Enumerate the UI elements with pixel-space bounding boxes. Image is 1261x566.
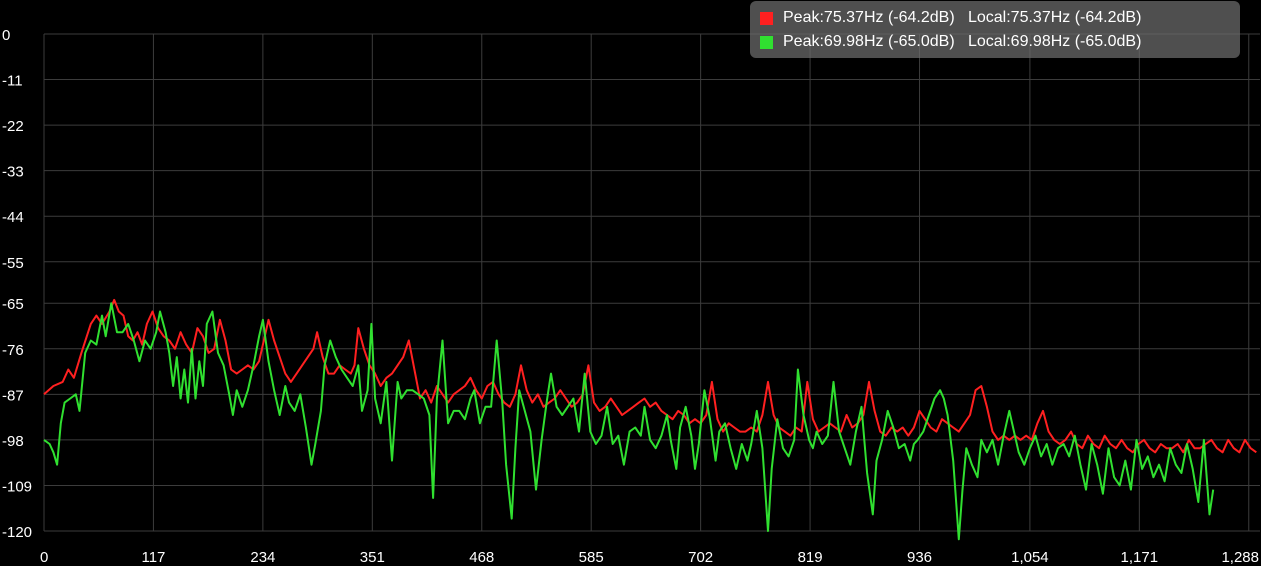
x-tick-label: 585 (579, 549, 604, 566)
x-tick-label: 0 (40, 549, 48, 566)
spectrum-chart: 0 -11 -22 -33 -44 -55 -65 -76 -87 -98 -109 -120 0 117… (2, 27, 1260, 566)
x-tick-label: 351 (360, 549, 385, 566)
x-tick-label: 1,054 (1011, 549, 1049, 566)
legend-label: Peak:75.37Hz (-64.2dB) Local:75.37Hz (-6… (783, 9, 1142, 26)
x-tick-label: 1,171 (1121, 549, 1159, 566)
x-tick-label: 117 (141, 549, 165, 566)
legend-swatch-green (760, 35, 773, 49)
legend-item-peak-red: Peak:75.37Hz (-64.2dB) Local:75.37Hz (-6… (760, 6, 1240, 30)
x-tick-label: 702 (688, 549, 713, 566)
legend-swatch-red (760, 11, 773, 25)
x-tick-label: 234 (250, 549, 275, 566)
y-tick-label: -55 (2, 255, 24, 272)
legend-item-peak-green: Peak:69.98Hz (-65.0dB) Local:69.98Hz (-6… (760, 30, 1240, 54)
legend-label: Peak:69.98Hz (-65.0dB) Local:69.98Hz (-6… (783, 33, 1142, 50)
y-tick-label: -109 (2, 478, 32, 495)
y-tick-label: -22 (2, 118, 24, 135)
x-tick-label: 1,288 (1221, 549, 1259, 566)
y-tick-label: -11 (2, 73, 23, 90)
y-tick-label: -87 (2, 387, 24, 404)
x-tick-label: 936 (907, 549, 932, 566)
y-tick-label: -98 (2, 433, 24, 450)
x-tick-label: 468 (469, 549, 494, 566)
x-tick-label: 819 (798, 549, 823, 566)
y-tick-label: 0 (2, 27, 10, 44)
y-tick-label: -120 (2, 524, 32, 541)
y-tick-label: -33 (2, 164, 24, 181)
y-tick-label: -44 (2, 209, 24, 226)
y-tick-label: -76 (2, 342, 24, 359)
legend: Peak:75.37Hz (-64.2dB) Local:75.37Hz (-6… (750, 1, 1240, 58)
y-tick-label: -65 (2, 296, 24, 313)
